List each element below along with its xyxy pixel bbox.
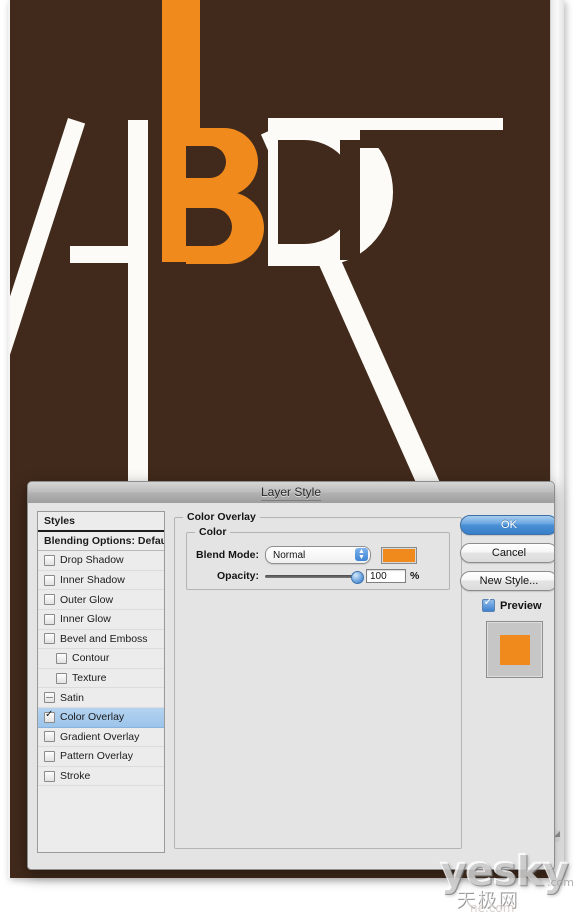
style-label-inner-shadow: Inner Shadow — [60, 574, 125, 587]
opacity-slider[interactable] — [265, 569, 364, 584]
blend-mode-label: Blend Mode: — [196, 549, 259, 561]
opacity-input[interactable]: 100 — [366, 569, 406, 583]
dialog-actions: OK Cancel New Style... Preview — [460, 515, 554, 678]
blend-mode-select[interactable]: Normal ▲ ▼ — [265, 546, 371, 564]
style-label-color-overlay: Color Overlay — [60, 711, 125, 724]
color-overlay-panel: Color Overlay Color Blend Mode: Normal ▲… — [174, 511, 462, 849]
blend-mode-value: Normal — [273, 549, 306, 561]
style-row-drop-shadow[interactable]: Drop Shadow — [38, 551, 164, 571]
style-row-stroke[interactable]: Stroke — [38, 767, 164, 787]
style-label-drop-shadow: Drop Shadow — [60, 554, 124, 567]
style-row-bevel-and-emboss[interactable]: Bevel and Emboss — [38, 630, 164, 650]
artwork-letter-a-diagonal — [10, 118, 86, 409]
color-group: Color Blend Mode: Normal ▲ ▼ Opacity: 10… — [186, 526, 450, 590]
style-label-contour: Contour — [72, 652, 110, 665]
style-row-gradient-overlay[interactable]: Gradient Overlay — [38, 728, 164, 748]
color-group-legend: Color — [195, 526, 231, 538]
checkbox-bevel-and-emboss[interactable] — [44, 633, 55, 645]
opacity-unit-label: % — [410, 570, 420, 582]
preview-checkbox[interactable] — [482, 596, 495, 612]
preview-toggle-row[interactable]: Preview — [482, 596, 547, 612]
style-row-inner-shadow[interactable]: Inner Shadow — [38, 571, 164, 591]
styles-list[interactable]: Styles Blending Options: Default Drop Sh… — [37, 511, 165, 853]
checkbox-drop-shadow[interactable] — [44, 554, 55, 566]
style-label-inner-glow: Inner Glow — [60, 613, 111, 626]
dialog-title: Layer Style — [260, 485, 322, 499]
opacity-row: Opacity: 100 % — [195, 569, 420, 584]
dialog-titlebar[interactable]: Layer Style — [28, 482, 554, 504]
opacity-label: Opacity: — [216, 570, 259, 582]
checkbox-outer-glow[interactable] — [44, 594, 55, 606]
artwork-seven-notch-vertical — [340, 140, 360, 260]
styles-list-header-blending-options[interactable]: Blending Options: Default — [38, 531, 165, 552]
blend-mode-row: Blend Mode: Normal ▲ ▼ — [195, 546, 417, 564]
style-label-gradient-overlay: Gradient Overlay — [60, 730, 140, 743]
artwork-seven-notch — [360, 130, 505, 148]
checkbox-pattern-overlay[interactable] — [44, 750, 55, 762]
layer-style-dialog: Layer Style Styles Blending Options: Def… — [27, 481, 555, 870]
style-label-texture: Texture — [72, 672, 107, 685]
style-row-outer-glow[interactable]: Outer Glow — [38, 590, 164, 610]
dialog-title-underline — [261, 500, 321, 501]
checkbox-texture[interactable] — [56, 672, 67, 684]
preview-thumbnail-swatch — [499, 634, 530, 665]
style-row-inner-glow[interactable]: Inner Glow — [38, 610, 164, 630]
style-row-satin[interactable]: Satin — [38, 688, 164, 708]
artwork-letter-b-upper-counter — [186, 146, 226, 178]
style-label-stroke: Stroke — [60, 770, 91, 783]
artwork-letter-a-crossbar — [70, 246, 148, 263]
style-label-outer-glow: Outer Glow — [60, 593, 114, 606]
stepper-arrows-icon[interactable]: ▲ ▼ — [355, 548, 368, 561]
ok-button[interactable]: OK — [460, 515, 554, 535]
opacity-slider-thumb[interactable] — [351, 571, 364, 584]
style-row-color-overlay[interactable]: Color Overlay — [38, 707, 164, 728]
checkbox-satin[interactable] — [44, 692, 55, 704]
checkbox-gradient-overlay[interactable] — [44, 731, 55, 743]
checkbox-color-overlay[interactable] — [44, 709, 55, 723]
blending-options-label: Blending Options: Default — [44, 534, 165, 547]
preview-thumbnail — [486, 621, 543, 678]
preview-label: Preview — [500, 599, 542, 612]
style-label-pattern-overlay: Pattern Overlay — [60, 750, 133, 763]
style-row-texture[interactable]: Texture — [38, 669, 164, 689]
new-style-button[interactable]: New Style... — [460, 571, 554, 591]
styles-list-empty-area — [38, 786, 164, 852]
checkbox-contour[interactable] — [56, 652, 67, 664]
style-row-pattern-overlay[interactable]: Pattern Overlay — [38, 747, 164, 767]
style-label-satin: Satin — [60, 691, 84, 704]
checkbox-stroke[interactable] — [44, 770, 55, 782]
opacity-slider-track — [265, 575, 361, 578]
checkbox-inner-glow[interactable] — [44, 613, 55, 625]
checkbox-inner-shadow[interactable] — [44, 574, 55, 586]
styles-list-header-styles[interactable]: Styles — [38, 512, 164, 532]
color-swatch-button[interactable] — [381, 546, 417, 564]
color-overlay-panel-legend: Color Overlay — [183, 511, 260, 523]
artwork-letter-a-stem — [128, 120, 148, 485]
styles-list-label: Styles — [44, 514, 75, 527]
cancel-button[interactable]: Cancel — [460, 543, 554, 563]
style-label-bevel-and-emboss: Bevel and Emboss — [60, 632, 148, 645]
artwork-letter-b-lower-counter — [186, 208, 232, 246]
dialog-body: Styles Blending Options: Default Drop Sh… — [28, 503, 554, 868]
style-row-contour[interactable]: Contour — [38, 649, 164, 669]
